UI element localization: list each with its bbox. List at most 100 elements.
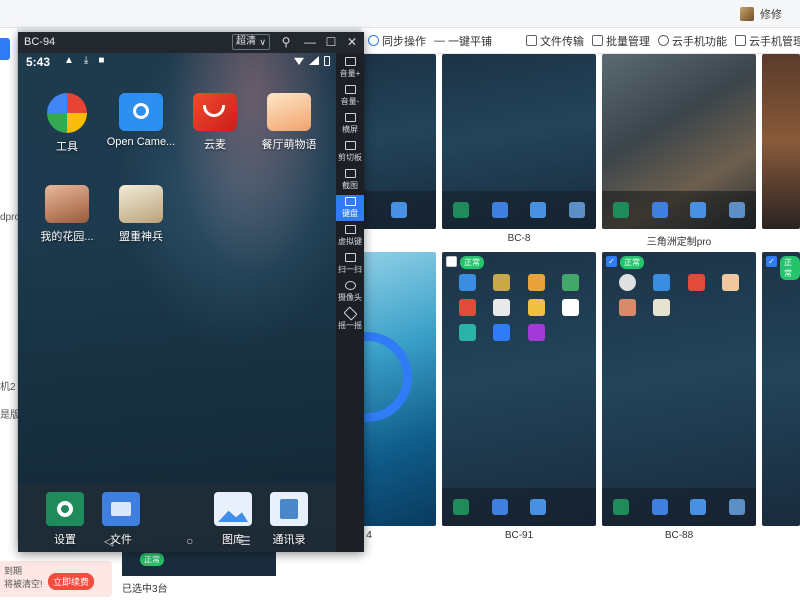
- mengzhong-icon: [119, 185, 163, 223]
- yunmai-icon: [193, 93, 237, 131]
- dash-icon: —: [434, 34, 445, 47]
- batch-manage-button[interactable]: 批量管理: [588, 33, 654, 49]
- gallery-icon: [214, 492, 252, 526]
- app-icon: [527, 274, 545, 291]
- device-name: BC-91: [504, 530, 534, 541]
- home-icon[interactable]: ○: [186, 534, 193, 548]
- virtual-keys-button[interactable]: 虚拟键: [336, 223, 364, 249]
- notification-icon: ▲: [64, 55, 74, 66]
- maximize-icon[interactable]: ☐: [323, 34, 339, 50]
- file-transfer-button[interactable]: 文件传输: [522, 33, 588, 49]
- app-label: 云麦: [204, 139, 226, 151]
- shake-button[interactable]: 摇一摇: [336, 306, 364, 333]
- app-icon: [562, 299, 580, 316]
- app-title-bar: 修修: [0, 0, 800, 28]
- cloud-function-button[interactable]: 云手机功能: [654, 33, 731, 49]
- gallery-icon: [690, 202, 707, 218]
- tool-label: 摇一摇: [338, 321, 362, 330]
- camera-button[interactable]: 摄像头: [336, 279, 364, 305]
- screenshot-button[interactable]: 截图: [336, 167, 364, 193]
- folder-icon: [491, 202, 508, 218]
- one-key-tile-button[interactable]: — 一键平铺: [430, 33, 496, 49]
- app-icon: [493, 274, 511, 291]
- square-icon: ■: [98, 55, 105, 66]
- app-garden[interactable]: 我的花园...: [30, 185, 104, 244]
- app-label: 工具: [56, 141, 78, 153]
- menu-icon[interactable]: ☰: [240, 534, 251, 548]
- app-label: 餐厅萌物语: [261, 139, 317, 151]
- volume-down-button[interactable]: 音量-: [336, 83, 364, 109]
- sync-label: 同步操作: [382, 35, 426, 48]
- device-card-bc8[interactable]: [442, 54, 596, 229]
- toggle-icon: [368, 35, 379, 46]
- battery-icon: [324, 56, 330, 66]
- avatar: [740, 7, 754, 21]
- app-label: Open Came...: [106, 136, 176, 148]
- gallery-icon: [690, 499, 707, 515]
- device-card-bc88[interactable]: ✓ 正常: [602, 252, 756, 526]
- cloud-func-label: 云手机功能: [672, 35, 727, 48]
- pin-icon[interactable]: ⚲: [278, 34, 294, 50]
- device-name: BC-88: [664, 530, 694, 541]
- device-name: 4: [366, 530, 372, 541]
- gallery-icon: [530, 499, 547, 515]
- status-badge: 正常: [140, 553, 164, 566]
- phone-screen[interactable]: 5:43 ▲ ⤓ ■ 工具 Open Came... 云麦 餐厅萌物语 我的花园…: [18, 53, 336, 552]
- sync-toggle[interactable]: 同步操作: [364, 33, 430, 49]
- side-toolbar: 音量+ 音量- 横屏 剪切板 截图 键盘 虚拟键 扫一扫 摄像头 摇一摇: [336, 53, 364, 552]
- rotate-button[interactable]: 横屏: [336, 111, 364, 137]
- device-card-partial[interactable]: [362, 54, 436, 229]
- shield-icon: [658, 35, 669, 46]
- download-icon: ⤓: [83, 55, 89, 66]
- tool-label: 横屏: [342, 125, 358, 134]
- tool-label: 键盘: [342, 209, 358, 218]
- status-badge: 正常: [620, 256, 644, 269]
- scan-button[interactable]: 扫一扫: [336, 251, 364, 277]
- app-open-camera[interactable]: Open Came...: [104, 93, 178, 148]
- app-yunmai[interactable]: 云麦: [178, 93, 252, 152]
- folder-icon: [526, 35, 537, 46]
- tool-label: 摄像头: [338, 293, 362, 302]
- app-tools[interactable]: 工具: [30, 93, 104, 154]
- device-card-bc91[interactable]: 正常: [442, 252, 596, 526]
- contacts-icon: [728, 202, 745, 218]
- select-checkbox-checked[interactable]: ✓: [606, 256, 617, 267]
- camera-icon: [119, 93, 163, 131]
- keyboard-button[interactable]: 键盘: [336, 195, 364, 221]
- user-menu[interactable]: 修修: [740, 6, 782, 22]
- wifi-icon: [294, 57, 304, 65]
- folder-icon: [651, 202, 668, 218]
- minimize-icon[interactable]: —: [302, 34, 318, 50]
- folder-icon: [651, 499, 668, 515]
- back-icon[interactable]: ◁: [104, 534, 113, 548]
- sidebar-fragment: 机2: [0, 382, 16, 393]
- select-checkbox[interactable]: [446, 256, 457, 267]
- garden-icon: [45, 185, 89, 223]
- device-toolbar: 同步操作 — 一键平铺 文件传输 批量管理 云手机功能 云手机管理 视图: [362, 28, 800, 54]
- quality-select[interactable]: 超清 ∨: [232, 34, 270, 50]
- volume-up-button[interactable]: 音量+: [336, 55, 364, 81]
- tool-label: 截图: [342, 181, 358, 190]
- device-card-sanjiao[interactable]: [602, 54, 756, 229]
- clipboard-button[interactable]: 剪切板: [336, 139, 364, 165]
- device-card-peek[interactable]: 正常: [122, 550, 276, 576]
- device-name: 三角洲定制pro: [646, 237, 712, 248]
- clipboard-icon: [344, 141, 356, 150]
- sidebar-blue-button[interactable]: [0, 38, 10, 60]
- select-checkbox-checked[interactable]: ✓: [766, 256, 777, 267]
- device-card-partial-right[interactable]: [762, 54, 800, 229]
- shake-icon: [342, 306, 358, 321]
- tool-label: 音量-: [340, 97, 360, 106]
- cloud-manage-button[interactable]: 云手机管理: [731, 33, 800, 49]
- app-restaurant[interactable]: 餐厅萌物语: [252, 93, 326, 152]
- device-card-partial-ocean[interactable]: [362, 252, 436, 526]
- app-icon: [527, 324, 545, 341]
- renew-button[interactable]: 立即续费: [48, 573, 95, 590]
- status-time: 5:43: [26, 55, 51, 69]
- device-card-partial-right2[interactable]: ✓ 正常: [762, 252, 800, 526]
- window-title-bar[interactable]: BC-94 超清 ∨ ⚲ — ☐ ✕: [18, 32, 364, 53]
- device-grid: BC-8 三角洲定制pro 4 正常 BC-91 ✓ 正常 BC-88 ✓ 正常: [362, 54, 800, 600]
- close-icon[interactable]: ✕: [344, 34, 360, 50]
- app-mengzhong[interactable]: 盟重神兵: [104, 185, 178, 244]
- settings-icon: [613, 499, 630, 515]
